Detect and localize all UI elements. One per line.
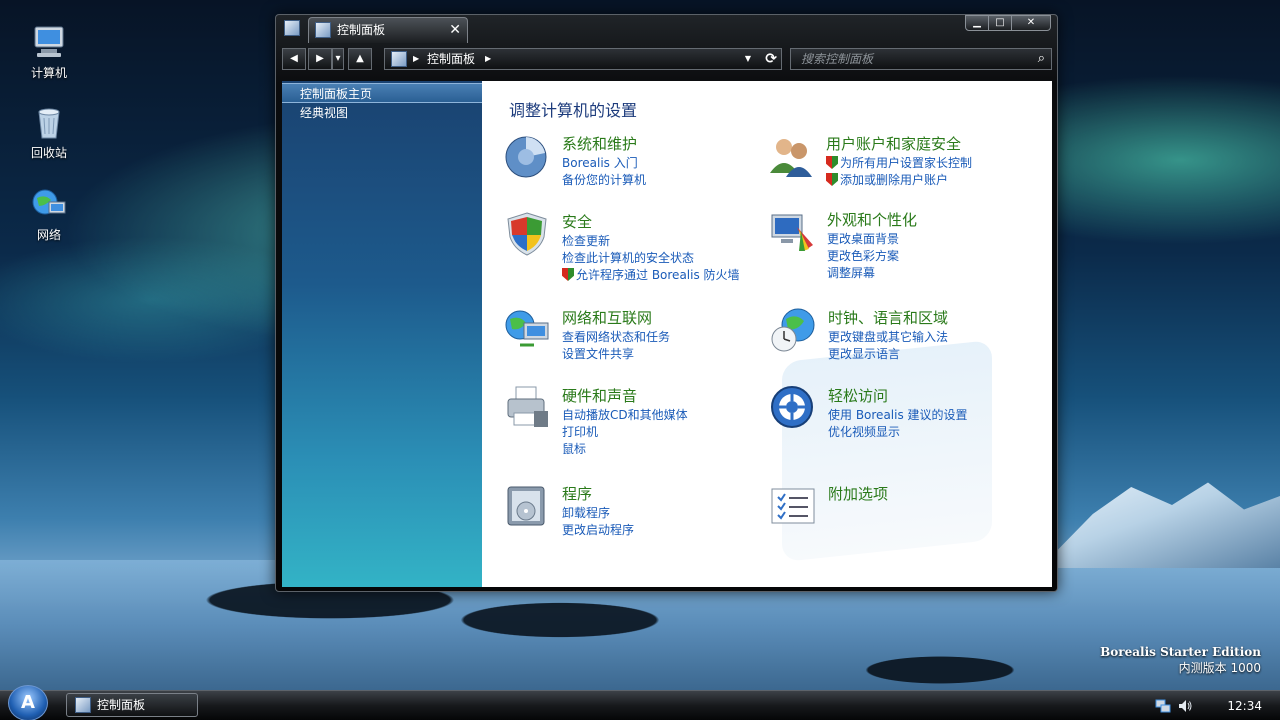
link-autoplay[interactable]: 自动播放CD和其他媒体: [562, 407, 688, 424]
category-title[interactable]: 用户账户和家庭安全: [826, 133, 961, 154]
programs-icon: [504, 483, 550, 529]
taskbar-item-label: 控制面板: [97, 698, 146, 712]
search-placeholder: 搜索控制面板: [801, 52, 874, 66]
address-location-icon: [391, 51, 407, 67]
control-panel-app-icon: [284, 20, 300, 36]
taskbar-clock[interactable]: 12:34: [1227, 699, 1262, 713]
printer-icon: [504, 385, 550, 431]
control-panel-window: 控制面板 ✕ ▁ □ ✕ ◀ ▶ ▾ ▲ ▶ 控制面板 ▶ ▼ ⟳ 搜索控制面板…: [275, 14, 1058, 592]
taskbar: A 控制面板 12:34: [0, 685, 1280, 720]
category-title[interactable]: 网络和互联网: [562, 307, 652, 328]
link-network-status[interactable]: 查看网络状态和任务: [562, 329, 670, 346]
link-file-sharing[interactable]: 设置文件共享: [562, 346, 670, 363]
category-title[interactable]: 安全: [562, 211, 592, 232]
link-printers[interactable]: 打印机: [562, 424, 688, 441]
minimize-button[interactable]: ▁: [965, 15, 989, 31]
volume-tray-icon[interactable]: [1177, 698, 1193, 714]
security-shield-icon: [504, 211, 550, 257]
sidebar: 控制面板主页 经典视图: [282, 81, 482, 587]
link-change-keyboard[interactable]: 更改键盘或其它输入法: [828, 329, 948, 346]
uac-shield-icon: [826, 173, 838, 186]
history-dropdown-button[interactable]: ▾: [332, 48, 344, 70]
back-button[interactable]: ◀: [282, 48, 306, 70]
forward-button[interactable]: ▶: [308, 48, 332, 70]
link-mouse[interactable]: 鼠标: [562, 441, 688, 458]
system-maintenance-icon: [504, 133, 550, 179]
link-change-display-language[interactable]: 更改显示语言: [828, 346, 948, 363]
breadcrumb-control-panel[interactable]: 控制面板: [427, 52, 475, 66]
system-tray: 12:34: [1155, 691, 1262, 720]
sidebar-item-classic-view[interactable]: 经典视图: [282, 103, 482, 123]
category-title[interactable]: 程序: [562, 483, 592, 504]
link-security-status[interactable]: 检查此计算机的安全状态: [562, 250, 740, 267]
close-button[interactable]: ✕: [1011, 15, 1051, 31]
link-adjust-screen[interactable]: 调整屏幕: [827, 265, 899, 282]
maximize-button[interactable]: □: [988, 15, 1012, 31]
desktop-mountain: [1040, 482, 1280, 568]
appearance-icon: [769, 209, 815, 255]
tab-close-icon[interactable]: ✕: [449, 18, 461, 42]
network-internet-icon: [504, 307, 550, 353]
address-bar[interactable]: ▶ 控制面板 ▶ ▼ ⟳: [384, 48, 782, 70]
users-icon: [768, 133, 814, 179]
category-title[interactable]: 轻松访问: [828, 385, 888, 406]
uac-shield-icon: [826, 156, 838, 169]
category-title[interactable]: 硬件和声音: [562, 385, 637, 406]
control-panel-taskbar-icon: [75, 697, 91, 713]
navigation-bar: ◀ ▶ ▾ ▲ ▶ 控制面板 ▶ ▼ ⟳ 搜索控制面板 ⌕: [282, 48, 1052, 72]
link-change-color-scheme[interactable]: 更改色彩方案: [827, 248, 899, 265]
search-icon[interactable]: ⌕: [1038, 49, 1045, 69]
additional-options-icon: [770, 483, 816, 529]
category-title[interactable]: 外观和个性化: [827, 209, 917, 230]
link-parental-controls[interactable]: 为所有用户设置家长控制: [826, 155, 972, 172]
link-change-background[interactable]: 更改桌面背景: [827, 231, 899, 248]
link-uninstall-program[interactable]: 卸载程序: [562, 505, 634, 522]
search-input[interactable]: 搜索控制面板 ⌕: [790, 48, 1052, 70]
breadcrumb-separator-icon: ▶: [485, 54, 492, 63]
address-dropdown-icon[interactable]: ▼: [745, 49, 751, 69]
up-button[interactable]: ▲: [348, 48, 372, 70]
page-title: 调整计算机的设置: [509, 101, 638, 120]
start-button[interactable]: A: [8, 685, 48, 720]
network-icon: [31, 186, 67, 222]
link-startup-programs[interactable]: 更改启动程序: [562, 522, 634, 539]
tab-title: 控制面板: [337, 23, 386, 37]
clock-globe-icon: [770, 307, 816, 353]
desktop-icon-label: 计算机: [30, 66, 67, 80]
link-backup-computer[interactable]: 备份您的计算机: [562, 172, 646, 189]
control-panel-tab-icon: [315, 22, 331, 38]
link-optimize-display[interactable]: 优化视频显示: [828, 424, 968, 441]
sidebar-item-control-panel-home[interactable]: 控制面板主页: [282, 83, 482, 103]
ease-of-access-icon: [770, 385, 816, 431]
tab-control-panel[interactable]: 控制面板 ✕: [308, 17, 468, 43]
breadcrumb-separator-icon: ▶: [413, 54, 420, 63]
main-content: 调整计算机的设置 系统和维护 Borealis 入门 备份您的计算机 用户账户和…: [482, 81, 1052, 587]
link-add-remove-users[interactable]: 添加或删除用户账户: [826, 172, 972, 189]
desktop-icon-computer[interactable]: 计算机: [14, 24, 84, 81]
edition-watermark: Borealis Starter Edition 内测版本 1000: [1100, 645, 1261, 676]
computer-icon: [31, 24, 67, 60]
link-firewall[interactable]: 允许程序通过 Borealis 防火墙: [562, 267, 740, 284]
taskbar-item-control-panel[interactable]: 控制面板: [66, 693, 198, 717]
category-title[interactable]: 系统和维护: [562, 133, 637, 154]
desktop-icon-label: 网络: [36, 228, 61, 242]
uac-shield-icon: [562, 268, 574, 281]
link-getting-started[interactable]: Borealis 入门: [562, 155, 646, 172]
link-recommended-settings[interactable]: 使用 Borealis 建议的设置: [828, 407, 968, 424]
category-title[interactable]: 附加选项: [828, 483, 888, 504]
desktop-icon-recycle-bin[interactable]: 回收站: [14, 104, 84, 161]
refresh-icon[interactable]: ⟳: [765, 49, 777, 69]
window-controls: ▁ □ ✕: [965, 15, 1051, 31]
desktop-icon-network[interactable]: 网络: [14, 186, 84, 243]
link-check-updates[interactable]: 检查更新: [562, 233, 740, 250]
network-tray-icon[interactable]: [1155, 698, 1171, 714]
edition-build: 内测版本 1000: [1178, 661, 1261, 675]
desktop-icon-label: 回收站: [30, 146, 67, 160]
recycle-bin-icon: [31, 104, 67, 140]
edition-name: Borealis Starter Edition: [1100, 645, 1261, 659]
category-title[interactable]: 时钟、语言和区域: [828, 307, 948, 328]
